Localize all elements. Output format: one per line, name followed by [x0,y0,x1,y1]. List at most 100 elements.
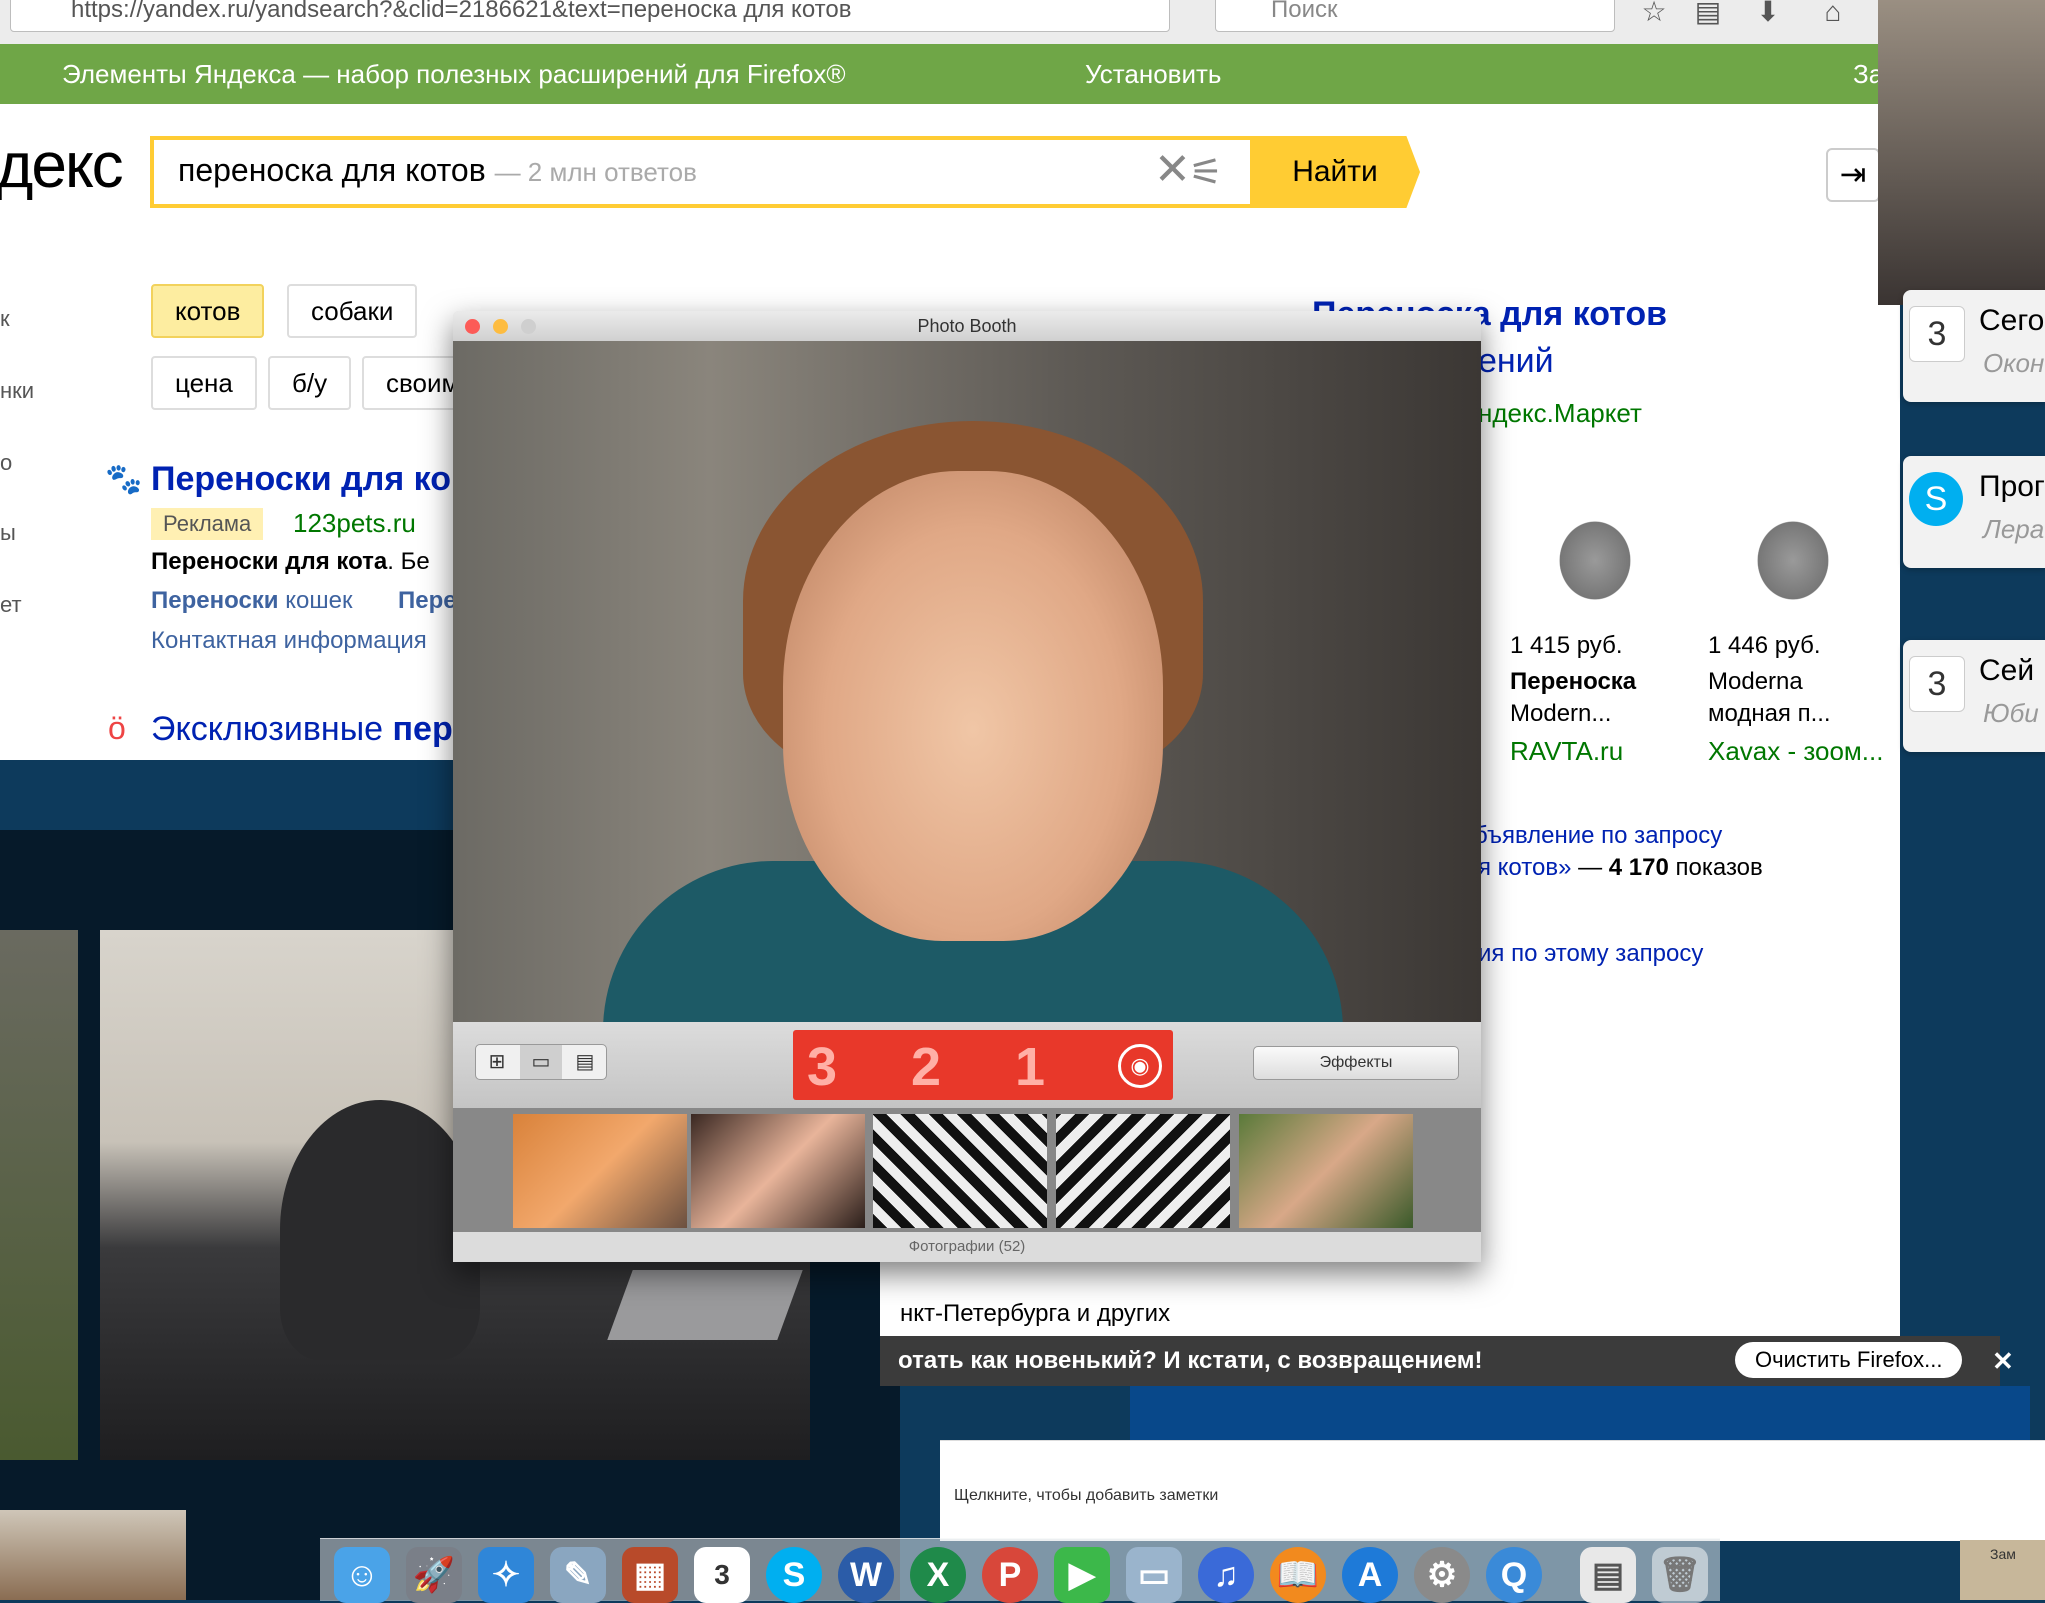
skype-icon: S [1909,472,1963,526]
system-preferences-icon[interactable]: ⚙ [1414,1547,1470,1603]
word-icon[interactable]: W [838,1547,894,1603]
calendar-notification[interactable]: 3 Сего Окон [1903,290,2045,402]
result-domain[interactable]: 123pets.ru [293,508,416,539]
app-store-icon[interactable]: A [1342,1547,1398,1603]
result-title[interactable]: Переноски для ко [151,460,451,499]
sitelink-rest[interactable]: кошек [279,587,352,614]
launchpad-icon[interactable]: 🚀 [406,1547,462,1603]
market-subtitle[interactable]: ений [1478,342,1554,381]
calendar-notification[interactable]: 3 Сей Юби [1903,640,2045,752]
person-in-video [280,1100,480,1360]
notes-pane[interactable]: Щелкните, чтобы добавить заметки [940,1440,2045,1541]
widget-title: Сего [1979,304,2045,337]
grid-view-icon[interactable]: ⊞ [476,1045,518,1079]
left-nav-item[interactable]: ы [0,520,16,546]
spb-text: нкт-Петербурга и других [900,1300,1171,1327]
camera-thumbnail [1878,0,2045,305]
yandex-logo[interactable]: декс [0,128,124,202]
product-price: 1 415 руб. [1510,632,1623,659]
ibooks-icon[interactable]: 📖 [1270,1547,1326,1603]
product-name[interactable]: Переноска [1510,668,1636,696]
image-capture-icon[interactable]: ▭ [1126,1547,1182,1603]
itunes-icon[interactable]: ♫ [1198,1547,1254,1603]
photo-thumbnail[interactable] [1239,1114,1413,1228]
product-name[interactable]: Moderna [1708,668,1803,696]
filter-icon[interactable]: ⚟ [1189,150,1223,195]
sitelink-2[interactable]: Пере [398,587,457,615]
chip-bu[interactable]: б/у [268,356,352,410]
yandex-search-input[interactable]: переноска для котов — 2 млн ответов ✕ ⚟ [150,136,1255,208]
safari-icon[interactable]: ✧ [478,1547,534,1603]
trash-icon[interactable]: 🗑 [1652,1547,1708,1603]
filmstrip-view-icon[interactable]: ▤ [564,1045,606,1079]
skype-icon[interactable]: S [766,1547,822,1603]
downloads-stack-icon[interactable]: ▤ [1580,1547,1636,1603]
window-title: Photo Booth [917,316,1017,336]
notes-placeholder: Щелкните, чтобы добавить заметки [954,1487,1219,1504]
firefox-refresh-notification: отать как новенький? И кстати, с возвращ… [880,1336,2014,1386]
face-shape [783,471,1163,941]
home-icon[interactable]: ⌂ [1815,0,1851,30]
seal-icon: ö [108,710,126,746]
photo-thumbnail[interactable] [873,1114,1047,1228]
calendar-icon[interactable]: 3 [694,1547,750,1603]
find-button[interactable]: Найти [1250,136,1420,208]
view-mode-selector[interactable]: ⊞ ▭ ▤ [475,1044,607,1080]
camera-preview [453,341,1481,1031]
left-nav-item[interactable]: ет [0,592,22,618]
product-shop[interactable]: RAVTA.ru [1510,736,1623,760]
skype-notification[interactable]: S Прог Лера [1903,456,2045,568]
download-icon[interactable]: ⬇ [1750,0,1786,30]
left-nav-item[interactable]: нки [0,378,34,404]
close-icon[interactable]: ✕ [1992,1336,2014,1386]
clean-firefox-button[interactable]: Очистить Firefox... [1735,1342,1963,1378]
title-bar[interactable]: Photo Booth [453,311,1481,342]
countdown-3: 3 [807,1037,838,1097]
star-icon[interactable]: ☆ [1636,0,1672,30]
countdown-1: 1 [1015,1037,1046,1097]
facetime-icon[interactable]: ▶ [1054,1547,1110,1603]
contact-info-link[interactable]: Контактная информация [151,627,427,655]
widget-title: Сей [1979,654,2035,687]
chip-sobaki[interactable]: собаки [287,284,418,338]
left-nav-item[interactable]: о [0,450,12,476]
cat-carrier-image[interactable] [1540,500,1650,610]
preview-icon[interactable]: ✎ [550,1547,606,1603]
camera-shutter-icon[interactable]: ◉ [1118,1044,1162,1088]
finder-icon[interactable]: ☺ [334,1547,390,1603]
clear-icon[interactable]: ✕ [1154,144,1191,195]
ad-query-link[interactable]: ия по этому запросу [1478,940,1703,968]
blue-panel [1130,1386,2030,1446]
single-view-icon[interactable]: ▭ [520,1045,562,1079]
left-nav-item[interactable]: к [0,306,10,332]
calendar-icon: 3 [1909,656,1965,712]
cat-carrier-image[interactable] [1738,500,1848,610]
photo-thumbnail[interactable] [1056,1114,1230,1228]
product-shop[interactable]: Xavax - зоом... [1708,736,1883,760]
search-query: переноска для котов [178,152,486,188]
url-bar[interactable]: https://yandex.ru/yandsearch?&clid=21866… [10,0,1170,32]
photo-thumbnail[interactable] [513,1114,687,1228]
chip-tsena[interactable]: цена [151,356,257,410]
install-button[interactable]: Установить [1085,44,1221,104]
powerpoint-icon[interactable]: P [982,1547,1038,1603]
chip-kotov[interactable]: котов [151,284,265,338]
photo-thumbnail[interactable] [691,1114,865,1228]
excel-icon[interactable]: X [910,1547,966,1603]
market-source[interactable]: ндекс.Маркет [1478,398,1642,429]
laptop-in-video [607,1270,803,1340]
widget-subtitle: Лера [1983,514,2045,544]
photo-booth-icon[interactable]: ▦ [622,1547,678,1603]
photo-booth-window: Photo Booth ⊞ ▭ ▤ 3 2 1 ◉ Эффекты Фотогр… [453,311,1481,1262]
effects-button[interactable]: Эффекты [1253,1046,1459,1080]
countdown-2: 2 [911,1037,942,1097]
countdown-bar: 3 2 1 ◉ [793,1030,1173,1100]
reading-list-icon[interactable]: ▤ [1690,0,1726,30]
notification-text: отать как новенький? И кстати, с возвращ… [898,1347,1483,1374]
quicktime-icon[interactable]: Q [1486,1547,1542,1603]
browser-search-input[interactable]: Поиск [1215,0,1615,32]
login-icon[interactable]: ⇥ [1826,148,1880,202]
self-view-thumbnail[interactable] [0,1510,186,1600]
ad-query-link[interactable]: бъявление по запросу [1474,822,1722,850]
sitelink-bold[interactable]: Переноски [151,587,279,614]
